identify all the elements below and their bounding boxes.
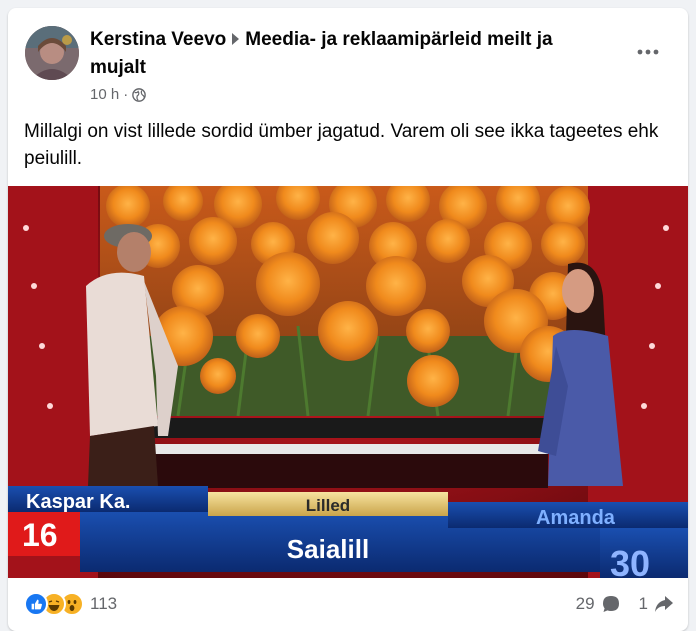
globe-icon [132, 87, 147, 102]
reaction-count: 113 [90, 594, 118, 613]
player-right-score: 30 [610, 543, 650, 578]
post-title-line: Kerstina Veevo Meedia- ja reklaamipärleid… [90, 26, 610, 82]
post-header: Kerstina Veevo Meedia- ja reklaamipärleid… [8, 8, 688, 108]
category-label: Lilled [306, 496, 350, 515]
player-left-score: 16 [22, 517, 58, 553]
share-count[interactable]: 1 [639, 594, 648, 614]
post-time[interactable]: 10 h [90, 86, 119, 103]
post-card: Kerstina Veevo Meedia- ja reklaamipärleid… [8, 8, 688, 631]
post-meta: 10 h · [90, 86, 147, 103]
more-dots-icon [637, 49, 659, 55]
player-left-name: Kaspar Ka. [26, 491, 131, 513]
author-name[interactable]: Kerstina Veevo [90, 29, 226, 50]
tv-quiz-scene: Kaspar Ka. 16 Lilled Saialill Amanda 30 [8, 186, 688, 578]
caret-right-icon [232, 33, 240, 46]
answer-label: Saialill [287, 534, 369, 564]
post-stats: 29 1 [576, 592, 674, 616]
post-photo[interactable]: Kaspar Ka. 16 Lilled Saialill Amanda 30 [8, 186, 688, 578]
like-icon [24, 592, 48, 616]
share-icon [655, 596, 673, 612]
player-right-name: Amanda [536, 507, 616, 529]
comment-icon [602, 596, 619, 612]
more-options-button[interactable] [630, 34, 666, 70]
author-avatar[interactable] [25, 26, 79, 80]
meta-separator: · [123, 86, 129, 103]
post-text: Millalgi on vist lillede sordid ümber ja… [24, 121, 659, 169]
comment-count[interactable]: 29 [576, 594, 595, 614]
reactions-summary[interactable]: 113 [24, 592, 117, 616]
